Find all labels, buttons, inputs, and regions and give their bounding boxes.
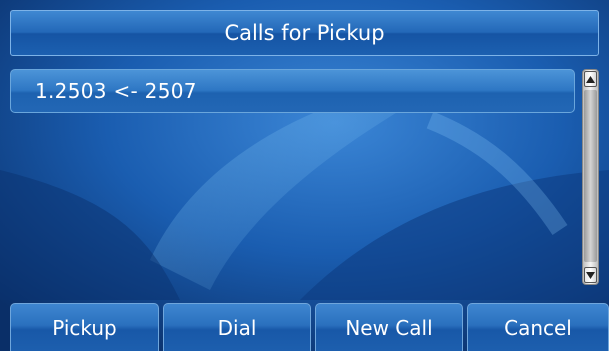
scrollbar[interactable]: [582, 69, 599, 285]
page-title: Calls for Pickup: [10, 10, 599, 56]
phone-screen: Calls for Pickup 1.2503 <- 2507 Pickup D…: [0, 0, 609, 351]
triangle-up-icon: [586, 75, 595, 83]
scroll-thumb[interactable]: [584, 90, 597, 262]
new-call-button[interactable]: New Call: [315, 303, 463, 351]
call-list-item[interactable]: 1.2503 <- 2507: [10, 69, 575, 113]
call-list: 1.2503 <- 2507: [10, 69, 575, 113]
scroll-up-button[interactable]: [584, 71, 597, 87]
softkey-bar: Pickup Dial New Call Cancel: [0, 303, 609, 351]
pickup-button[interactable]: Pickup: [10, 303, 159, 351]
cancel-button[interactable]: Cancel: [467, 303, 609, 351]
triangle-down-icon: [586, 271, 595, 279]
dial-button[interactable]: Dial: [163, 303, 311, 351]
scroll-down-button[interactable]: [584, 267, 597, 283]
